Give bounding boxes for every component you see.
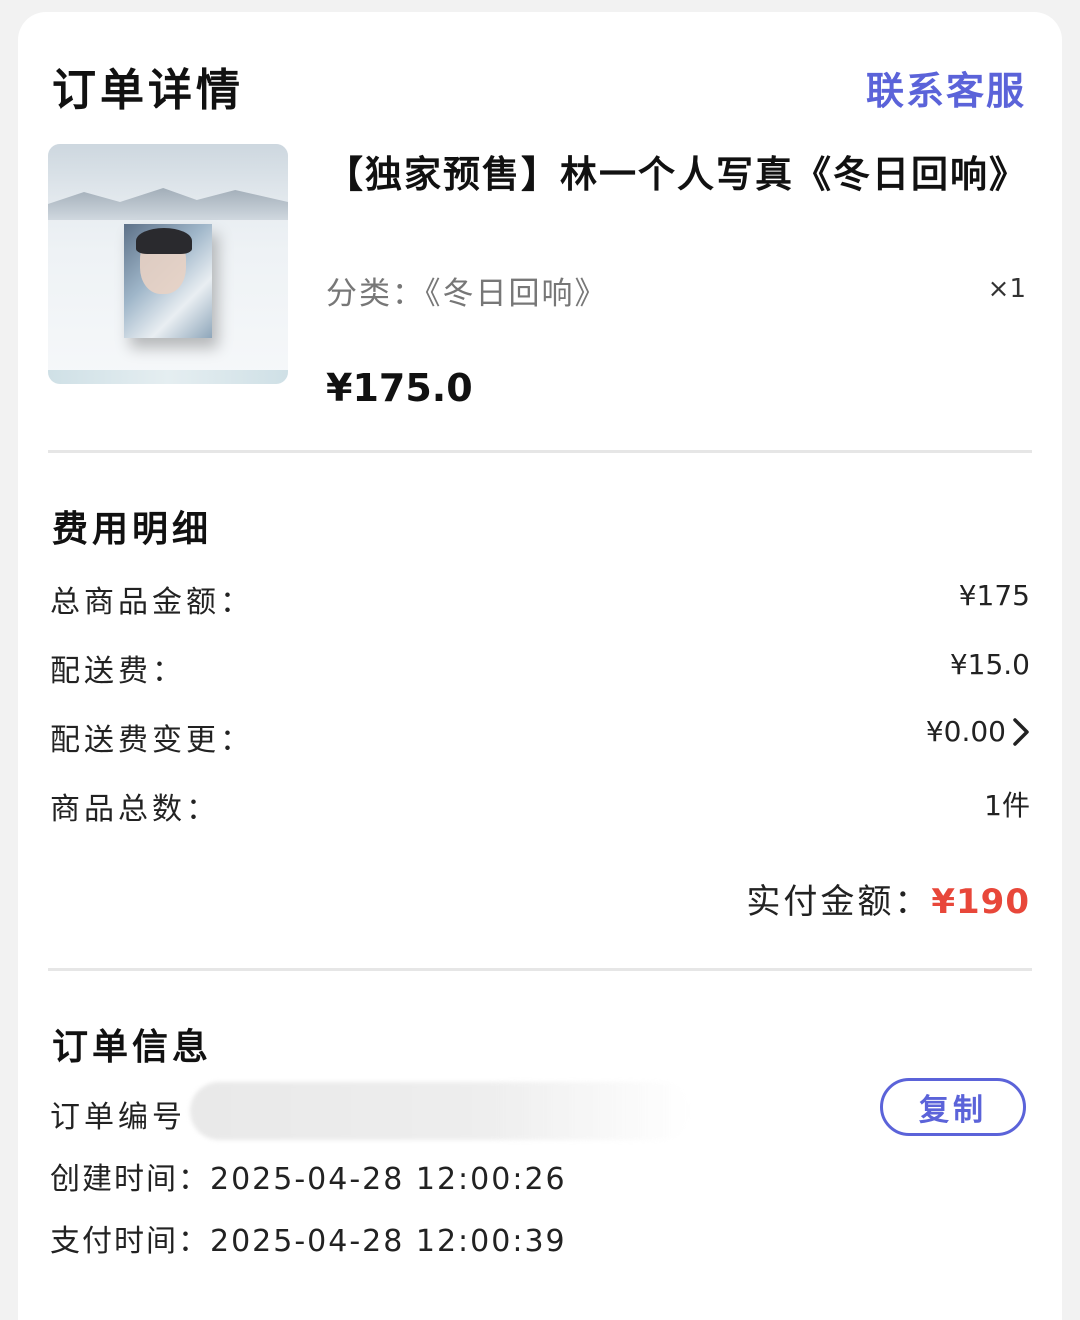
thumbnail-strip (48, 370, 288, 384)
shipping-change-button[interactable]: ¥0.00 (926, 715, 1030, 748)
divider (48, 450, 1032, 453)
fee-row-label: 总商品金额： (50, 585, 254, 620)
fee-row-value: ¥15.0 (949, 648, 1030, 681)
fee-row-label: 商品总数： (50, 792, 220, 827)
contact-service-link[interactable]: 联系客服 (866, 60, 1026, 115)
page-title: 订单详情 (52, 65, 244, 116)
total-paid-label: 实付金额： (746, 882, 932, 922)
fee-row-value: ¥175 (958, 579, 1030, 612)
order-info-section-title: 订单信息 (52, 1027, 213, 1068)
copy-button[interactable]: 复制 (880, 1078, 1026, 1136)
order-number-label: 订单编号 (50, 1100, 186, 1135)
fee-row-label: 配送费变更： (50, 723, 254, 758)
order-detail-card: 订单详情 联系客服 【独家预售】林一个人写真《冬日回响》 分类：《冬日回响》 ×… (18, 12, 1062, 1320)
total-paid-amount: ¥190 (931, 882, 1030, 922)
fee-row-value: ¥0.00 (925, 715, 1006, 748)
created-time: 创建时间：2025-04-28 12:00:26 (50, 1154, 567, 1198)
divider (48, 968, 1032, 971)
product-thumbnail[interactable] (48, 144, 288, 384)
order-number-redacted (190, 1082, 690, 1140)
created-time-value: 2025-04-28 12:00:26 (210, 1162, 567, 1197)
chevron-right-icon (1012, 717, 1030, 747)
product-variant: 分类：《冬日回响》 (326, 276, 608, 312)
paid-time: 支付时间：2025-04-28 12:00:39 (50, 1216, 567, 1260)
fee-row-value: 1件 (984, 789, 1030, 822)
created-time-label: 创建时间： (50, 1162, 210, 1197)
fee-row-label: 配送费： (50, 654, 186, 689)
fees-section-title: 费用明细 (52, 509, 213, 550)
total-paid: 实付金额：¥190 (746, 874, 1030, 923)
paid-time-label: 支付时间： (50, 1224, 210, 1259)
thumbnail-hair (136, 228, 192, 254)
product-price: ¥175.0 (326, 366, 473, 410)
product-title[interactable]: 【独家预售】林一个人写真《冬日回响》 (326, 148, 1026, 202)
product-quantity: ×1 (987, 274, 1026, 304)
paid-time-value: 2025-04-28 12:00:39 (210, 1224, 567, 1259)
